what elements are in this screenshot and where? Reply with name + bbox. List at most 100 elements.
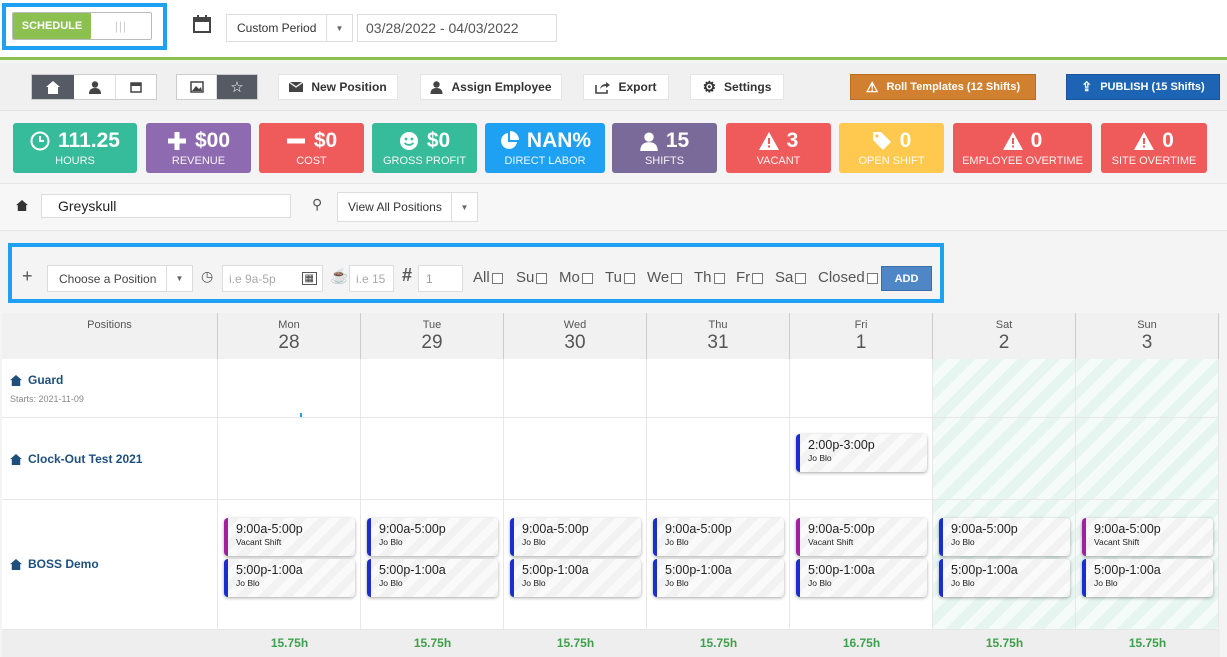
schedule-cell[interactable] xyxy=(504,418,647,500)
assign-employee-button[interactable]: Assign Employee xyxy=(420,74,562,100)
schedule-cell[interactable] xyxy=(218,418,361,500)
shift-card[interactable]: 5:00p-1:00a Jo Blo xyxy=(1082,559,1213,597)
checkbox[interactable] xyxy=(795,272,807,284)
shift-time: 9:00a-5:00p xyxy=(951,522,1018,536)
home-icon xyxy=(15,198,29,212)
day-checkbox-all[interactable]: All xyxy=(473,269,503,286)
stat-revenue: $00 REVENUE xyxy=(146,123,251,173)
checkbox[interactable] xyxy=(713,272,725,284)
day-checkbox-th[interactable]: Th xyxy=(694,269,725,286)
checkbox[interactable] xyxy=(752,272,764,284)
stat-open-shift: 0 OPEN SHIFT xyxy=(839,123,944,173)
shift-card[interactable]: 9:00a-5:00p Jo Blo xyxy=(510,518,641,556)
day-checkbox-su[interactable]: Su xyxy=(516,269,548,286)
image-view-button[interactable] xyxy=(177,75,217,99)
warning-icon: ⚠ xyxy=(865,78,879,95)
shift-employee: Jo Blo xyxy=(522,578,546,588)
shift-card[interactable]: 5:00p-1:00a Jo Blo xyxy=(367,559,498,597)
schedule-cell[interactable] xyxy=(218,359,361,418)
schedule-cell[interactable] xyxy=(1076,359,1219,418)
checkbox[interactable] xyxy=(623,272,635,284)
shift-card[interactable]: 5:00p-1:00a Jo Blo xyxy=(939,559,1070,597)
stat-label: OPEN SHIFT xyxy=(858,155,925,167)
checkbox[interactable] xyxy=(491,272,503,284)
day-checkbox-we[interactable]: We xyxy=(647,269,683,286)
shift-card[interactable]: 9:00a-5:00p Jo Blo xyxy=(939,518,1070,556)
vacant-shift-card[interactable]: 9:00a-5:00p Vacant Shift xyxy=(796,518,927,556)
schedule-cell[interactable] xyxy=(1076,418,1219,500)
day-header-tue: Tue 29 xyxy=(361,313,504,359)
day-total: 15.75h xyxy=(556,636,595,650)
view-positions-select[interactable]: View All Positions ▼ xyxy=(337,192,478,222)
time-input[interactable]: i.e 9a-5p ▦ xyxy=(222,265,323,292)
day-checkbox-mo[interactable]: Mo xyxy=(559,269,593,286)
vacant-shift-card[interactable]: 9:00a-5:00p Vacant Shift xyxy=(1082,518,1213,556)
star-icon[interactable]: ☆ xyxy=(217,75,257,99)
schedule-toggle[interactable]: SCHEDULE ||| xyxy=(12,12,152,40)
day-label: Closed xyxy=(818,269,865,286)
schedule-cell[interactable] xyxy=(647,359,790,418)
top-bar xyxy=(0,0,1227,60)
shift-card[interactable]: 5:00p-1:00a Jo Blo xyxy=(224,559,355,597)
site-input[interactable]: Greyskull xyxy=(41,194,291,218)
stat-direct-labor: NAN% DIRECT LABOR xyxy=(485,123,605,173)
new-position-button[interactable]: New Position xyxy=(278,74,398,100)
calendar-view-button[interactable] xyxy=(116,75,156,99)
shift-time: 9:00a-5:00p xyxy=(808,522,875,536)
day-checkbox-tu[interactable]: Tu xyxy=(605,269,635,286)
checkbox[interactable] xyxy=(671,272,683,284)
view-positions-value: View All Positions xyxy=(348,200,442,214)
calculator-icon[interactable]: ▦ xyxy=(301,272,317,285)
shift-card[interactable]: 5:00p-1:00a Jo Blo xyxy=(796,559,927,597)
settings-button[interactable]: ⚙ Settings xyxy=(690,74,784,100)
day-checkbox-closed[interactable]: Closed xyxy=(818,269,878,286)
shift-time: 9:00a-5:00p xyxy=(1094,522,1161,536)
stat-site-overtime: 0 SITE OVERTIME xyxy=(1101,123,1207,173)
shift-card[interactable]: 9:00a-5:00p Jo Blo xyxy=(653,518,784,556)
shift-card[interactable]: 2:00p-3:00p Jo Blo xyxy=(796,434,927,472)
schedule-cell[interactable] xyxy=(647,418,790,500)
stat-label: REVENUE xyxy=(171,155,226,167)
shift-card[interactable]: 5:00p-1:00a Jo Blo xyxy=(510,559,641,597)
checkbox[interactable] xyxy=(866,272,878,284)
shift-employee: Jo Blo xyxy=(808,453,832,463)
export-button[interactable]: Export xyxy=(583,74,669,100)
checkbox[interactable] xyxy=(581,272,593,284)
key-icon[interactable]: ⚲ xyxy=(312,196,322,213)
employee-view-button[interactable] xyxy=(74,75,116,99)
schedule-cell[interactable] xyxy=(790,359,933,418)
checkbox[interactable] xyxy=(536,272,548,284)
day-label: Fr xyxy=(736,269,751,286)
position-select[interactable]: Choose a Position ▼ xyxy=(47,265,193,292)
position-name: Guard xyxy=(28,373,64,387)
break-input[interactable]: i.e 15 xyxy=(349,265,394,292)
shift-time: 5:00p-1:00a xyxy=(1094,563,1161,577)
day-header-wed: Wed 30 xyxy=(504,313,647,359)
day-date: 1 xyxy=(855,332,867,353)
schedule-cell[interactable] xyxy=(361,418,504,500)
shift-time: 5:00p-1:00a xyxy=(951,563,1018,577)
count-input[interactable]: 1 xyxy=(418,265,463,292)
export-icon xyxy=(595,81,611,94)
publish-button[interactable]: ⇪ PUBLISH (15 Shifts) xyxy=(1066,74,1220,100)
add-button[interactable]: ADD xyxy=(881,266,932,291)
position-boss-demo[interactable]: BOSS Demo xyxy=(10,557,99,571)
shift-card[interactable]: 5:00p-1:00a Jo Blo xyxy=(653,559,784,597)
day-checkbox-sa[interactable]: Sa xyxy=(775,269,807,286)
chevron-down-icon: ▼ xyxy=(326,15,352,41)
home-view-button[interactable] xyxy=(32,75,74,99)
position-guard[interactable]: Guard xyxy=(10,373,63,387)
shift-time: 5:00p-1:00a xyxy=(665,563,732,577)
schedule-cell[interactable] xyxy=(504,359,647,418)
roll-templates-button[interactable]: ⚠ Roll Templates (12 Shifts) xyxy=(850,74,1036,100)
vacant-shift-card[interactable]: 9:00a-5:00p Vacant Shift xyxy=(224,518,355,556)
period-select[interactable]: Custom Period ▼ xyxy=(226,14,353,42)
shift-card[interactable]: 9:00a-5:00p Jo Blo xyxy=(367,518,498,556)
calendar-icon[interactable] xyxy=(192,14,212,34)
day-checkbox-fr[interactable]: Fr xyxy=(736,269,764,286)
schedule-cell[interactable] xyxy=(933,418,1076,500)
date-range-input[interactable]: 03/28/2022 - 04/03/2022 xyxy=(357,14,557,42)
position-clock-out-test[interactable]: Clock-Out Test 2021 xyxy=(10,452,142,466)
schedule-cell[interactable] xyxy=(361,359,504,418)
schedule-cell[interactable] xyxy=(933,359,1076,418)
